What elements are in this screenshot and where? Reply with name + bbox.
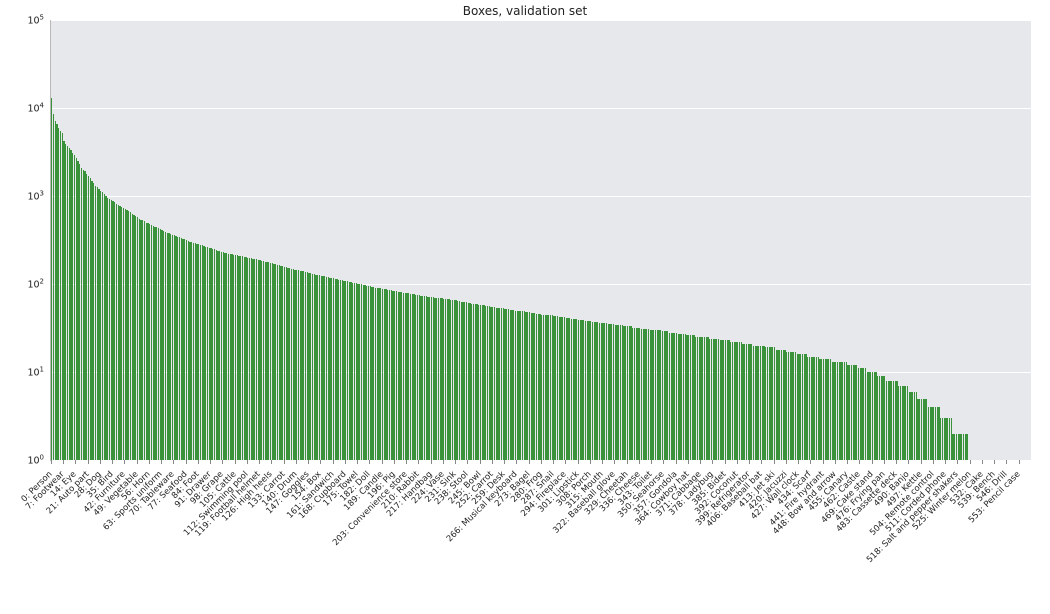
x-tick-mark <box>859 460 860 464</box>
x-tick-mark <box>810 460 811 464</box>
x-tick-mark <box>308 460 309 464</box>
x-tick-mark <box>173 460 174 464</box>
plot-area <box>50 20 1031 461</box>
x-tick-mark <box>88 460 89 464</box>
x-tick-mark <box>382 460 383 464</box>
x-tick-mark <box>933 460 934 464</box>
x-tick-mark <box>627 460 628 464</box>
x-tick-mark <box>296 460 297 464</box>
x-tick-mark <box>320 460 321 464</box>
x-tick-mark <box>737 460 738 464</box>
x-tick-mark <box>357 460 358 464</box>
x-tick-mark <box>529 460 530 464</box>
x-tick-mark <box>761 460 762 464</box>
x-tick-mark <box>712 460 713 464</box>
x-tick-mark <box>271 460 272 464</box>
x-tick-mark <box>847 460 848 464</box>
x-tick-mark <box>418 460 419 464</box>
y-tick-label: 103 <box>0 189 44 202</box>
x-tick-mark <box>210 460 211 464</box>
x-tick-mark <box>467 460 468 464</box>
chart-title: Boxes, validation set <box>0 4 1050 18</box>
x-tick-mark <box>970 460 971 464</box>
x-tick-mark <box>406 460 407 464</box>
x-tick-mark <box>394 460 395 464</box>
x-tick-mark <box>749 460 750 464</box>
y-tick-label: 101 <box>0 365 44 378</box>
x-tick-mark <box>1006 460 1007 464</box>
x-tick-mark <box>639 460 640 464</box>
x-tick-mark <box>590 460 591 464</box>
x-tick-mark <box>137 460 138 464</box>
x-tick-mark <box>553 460 554 464</box>
x-tick-mark <box>896 460 897 464</box>
x-tick-mark <box>161 460 162 464</box>
x-tick-mark <box>431 460 432 464</box>
x-tick-mark <box>63 460 64 464</box>
x-tick-mark <box>51 460 52 464</box>
y-tick-label: 100 <box>0 453 44 466</box>
x-tick-mark <box>480 460 481 464</box>
x-tick-mark <box>259 460 260 464</box>
x-tick-mark <box>835 460 836 464</box>
x-tick-mark <box>774 460 775 464</box>
x-tick-mark <box>235 460 236 464</box>
x-tick-mark <box>149 460 150 464</box>
x-tick-mark <box>100 460 101 464</box>
x-tick-mark <box>651 460 652 464</box>
x-tick-mark <box>541 460 542 464</box>
x-tick-mark <box>908 460 909 464</box>
x-tick-mark <box>602 460 603 464</box>
x-tick-mark <box>823 460 824 464</box>
x-tick-mark <box>614 460 615 464</box>
x-tick-mark <box>798 460 799 464</box>
chart-container: Boxes, validation set 100 101 102 103 104 105… <box>0 0 1050 614</box>
x-tick-mark <box>112 460 113 464</box>
x-tick-mark <box>333 460 334 464</box>
y-tick-label: 104 <box>0 101 44 114</box>
x-tick-mark <box>345 460 346 464</box>
x-tick-mark <box>676 460 677 464</box>
x-tick-mark <box>725 460 726 464</box>
x-tick-mark <box>198 460 199 464</box>
x-tick-mark <box>247 460 248 464</box>
x-tick-mark <box>578 460 579 464</box>
y-tick-label: 102 <box>0 277 44 290</box>
x-tick-mark <box>369 460 370 464</box>
x-tick-mark <box>75 460 76 464</box>
x-tick-mark <box>663 460 664 464</box>
y-tick-label: 105 <box>0 13 44 26</box>
x-tick-mark <box>186 460 187 464</box>
x-tick-mark <box>982 460 983 464</box>
x-tick-mark <box>957 460 958 464</box>
x-tick-mark <box>700 460 701 464</box>
x-tick-mark <box>884 460 885 464</box>
x-tick-mark <box>872 460 873 464</box>
x-tick-mark <box>994 460 995 464</box>
x-tick-mark <box>455 460 456 464</box>
x-tick-mark <box>492 460 493 464</box>
x-tick-mark <box>1019 460 1020 464</box>
x-tick-mark <box>222 460 223 464</box>
x-tick-mark <box>124 460 125 464</box>
x-tick-mark <box>565 460 566 464</box>
bar <box>966 434 967 460</box>
bars-group <box>51 20 1031 460</box>
x-tick-mark <box>284 460 285 464</box>
x-tick-mark <box>504 460 505 464</box>
x-tick-mark <box>443 460 444 464</box>
x-tick-mark <box>688 460 689 464</box>
x-tick-mark <box>921 460 922 464</box>
x-tick-mark <box>516 460 517 464</box>
x-tick-mark <box>786 460 787 464</box>
x-tick-mark <box>945 460 946 464</box>
